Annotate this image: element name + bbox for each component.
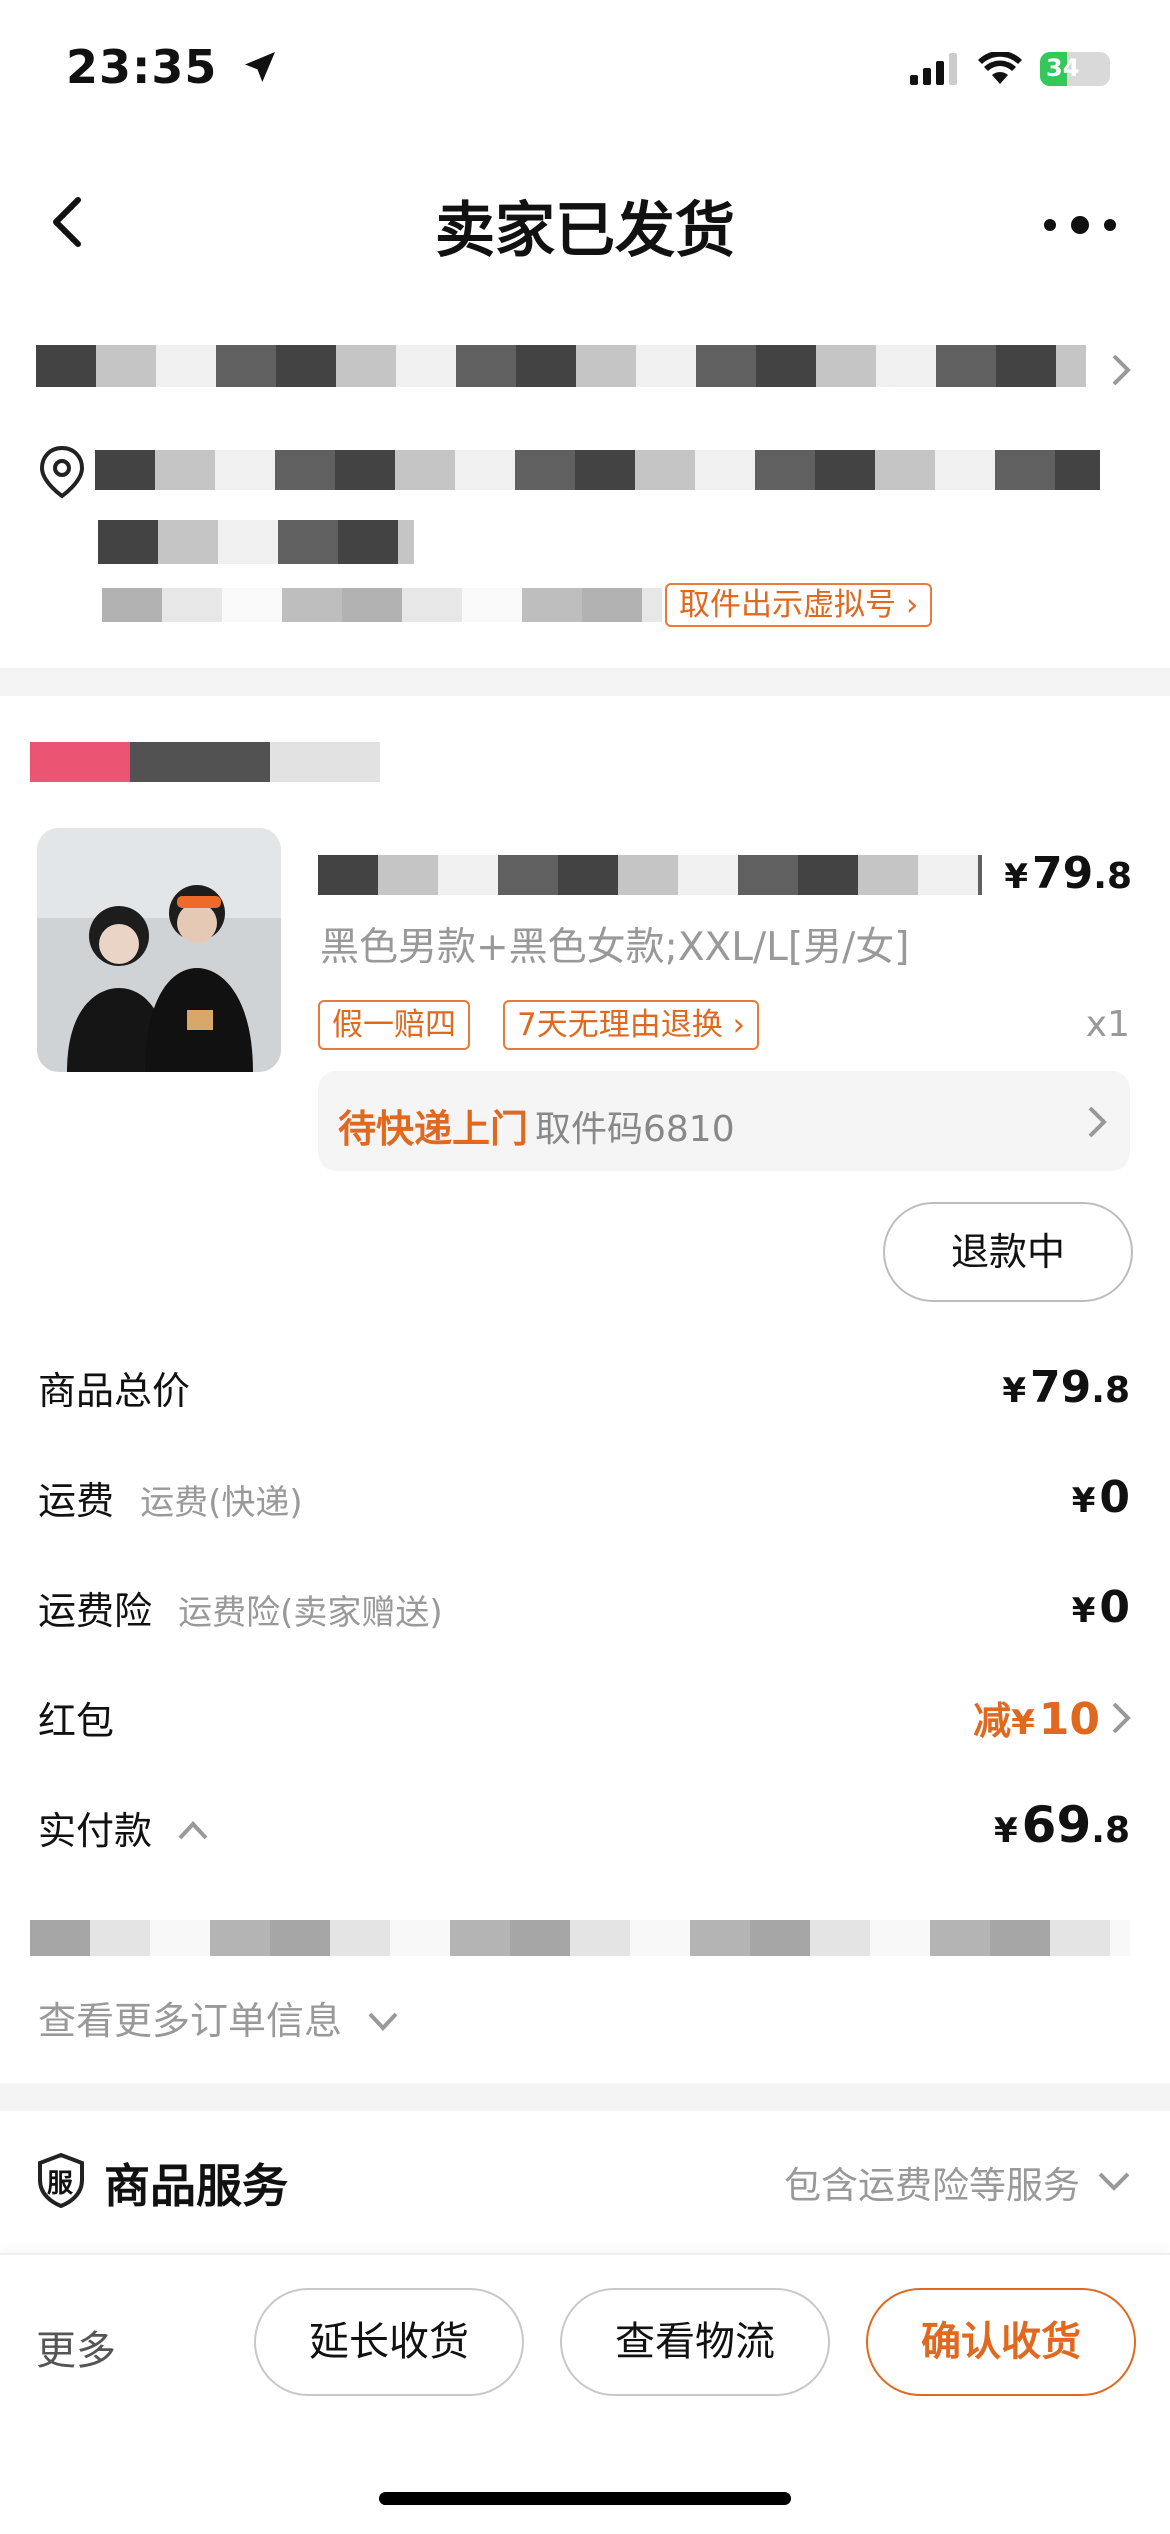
redacted-recipient <box>102 588 662 622</box>
insurance-label: 运费险 <box>38 1589 153 1633</box>
chevron-right-icon[interactable] <box>1106 350 1136 390</box>
total-integer: 79 <box>1030 1362 1092 1413</box>
red-packet-label: 红包 <box>38 1699 115 1743</box>
paid-label: 实付款 <box>38 1809 153 1853</box>
shipping-amount: 0 <box>1099 1472 1130 1523</box>
chevron-right-icon[interactable] <box>1108 1700 1134 1736</box>
red-packet-amount: 10 <box>1038 1694 1100 1745</box>
more-actions-link[interactable]: 更多 <box>36 2318 116 2376</box>
page-title: 卖家已发货 <box>435 196 735 266</box>
redacted-shop-info <box>36 345 1086 387</box>
red-packet-prefix: 减 <box>973 1699 1012 1743</box>
service-title: 商品服务 <box>104 2159 288 2213</box>
insurance-value: ¥0 <box>1072 1582 1130 1633</box>
tag-counterfeit-guarantee: 假一赔四 <box>318 1000 470 1050</box>
total-label: 商品总价 <box>38 1369 191 1413</box>
virtual-number-label: 取件出示虚拟号 <box>679 587 896 623</box>
service-badge-text: 服 <box>47 2169 74 2199</box>
shipping-value: ¥0 <box>1072 1472 1130 1523</box>
more-order-info-link[interactable]: 查看更多订单信息 <box>38 1990 400 2045</box>
price-currency: ¥ <box>1004 857 1029 897</box>
insurance-row: 运费险 运费险(卖家赠送) <box>38 1580 443 1635</box>
total-value: ¥79.8 <box>1002 1362 1130 1413</box>
shipping-currency: ¥ <box>1071 1481 1096 1521</box>
service-shield-icon: 服 <box>36 2152 86 2209</box>
home-indicator <box>379 2492 791 2505</box>
chevron-down-icon <box>368 2012 398 2031</box>
pickup-code: 取件码6810 <box>535 1109 735 1150</box>
confirm-receipt-button[interactable]: 确认收货 <box>866 2288 1136 2396</box>
extend-receipt-button[interactable]: 延长收货 <box>254 2288 524 2396</box>
tag-7day-return-label: 7天无理由退换 <box>517 1007 723 1043</box>
virtual-number-link[interactable]: 取件出示虚拟号 › <box>665 583 933 627</box>
chevron-right-icon <box>1088 1106 1107 1138</box>
total-currency: ¥ <box>1002 1371 1027 1411</box>
paid-integer: 69 <box>1021 1796 1092 1854</box>
paid-value: ¥69.8 <box>994 1796 1130 1854</box>
status-time-text: 23:35 <box>66 40 218 94</box>
pickup-status: 待快递上门 <box>338 1107 529 1151</box>
paid-currency: ¥ <box>994 1811 1018 1851</box>
product-price: ¥79.8 <box>1004 848 1132 899</box>
shipping-row: 运费 运费(快递) <box>38 1470 303 1525</box>
red-packet-value[interactable]: 减¥10 <box>973 1690 1100 1745</box>
status-time: 23:35 <box>66 40 280 94</box>
battery-icon: 34 <box>1040 52 1110 86</box>
redacted-product-title <box>318 855 982 895</box>
price-integer: 79 <box>1032 848 1094 899</box>
paid-row[interactable]: 实付款 <box>38 1800 210 1855</box>
wifi-icon <box>978 52 1022 84</box>
redacted-shop-name <box>30 742 380 782</box>
insurance-currency: ¥ <box>1071 1591 1096 1631</box>
redacted-address-line-2 <box>98 520 414 564</box>
service-subtitle[interactable]: 包含运费险等服务 <box>784 2155 1080 2209</box>
paid-decimal: .8 <box>1091 1810 1130 1851</box>
refund-button[interactable]: 退款中 <box>883 1202 1133 1302</box>
more-order-info-label: 查看更多订单信息 <box>38 1999 343 2043</box>
product-thumbnail[interactable] <box>37 828 281 1072</box>
section-divider <box>0 668 1170 696</box>
more-options-icon[interactable] <box>1040 205 1120 245</box>
insurance-amount: 0 <box>1099 1582 1130 1633</box>
price-decimal: .8 <box>1093 856 1132 897</box>
product-quantity: x1 <box>1085 1004 1130 1045</box>
status-indicators: 34 <box>910 52 1110 86</box>
shipping-label: 运费 <box>38 1479 115 1523</box>
red-packet-currency: ¥ <box>1011 1703 1035 1743</box>
cellular-signal-icon <box>910 53 957 85</box>
chevron-down-icon[interactable] <box>1096 2168 1132 2194</box>
battery-level: 34 <box>1046 54 1080 82</box>
location-pin-icon <box>39 445 85 499</box>
section-divider <box>0 2083 1170 2111</box>
redacted-order-number <box>30 1920 1130 1956</box>
redacted-address-line-1 <box>95 450 1100 490</box>
view-logistics-button[interactable]: 查看物流 <box>560 2288 830 2396</box>
location-arrow-icon <box>245 52 276 82</box>
product-sku: 黑色男款+黑色女款;XXL/L[男/女] <box>320 925 910 970</box>
tag-7day-return[interactable]: 7天无理由退换 › <box>503 1000 759 1050</box>
shipping-sublabel: 运费(快递) <box>140 1483 303 1523</box>
total-decimal: .8 <box>1091 1370 1130 1411</box>
insurance-sublabel: 运费险(卖家赠送) <box>178 1593 443 1633</box>
chevron-up-icon <box>178 1821 208 1840</box>
